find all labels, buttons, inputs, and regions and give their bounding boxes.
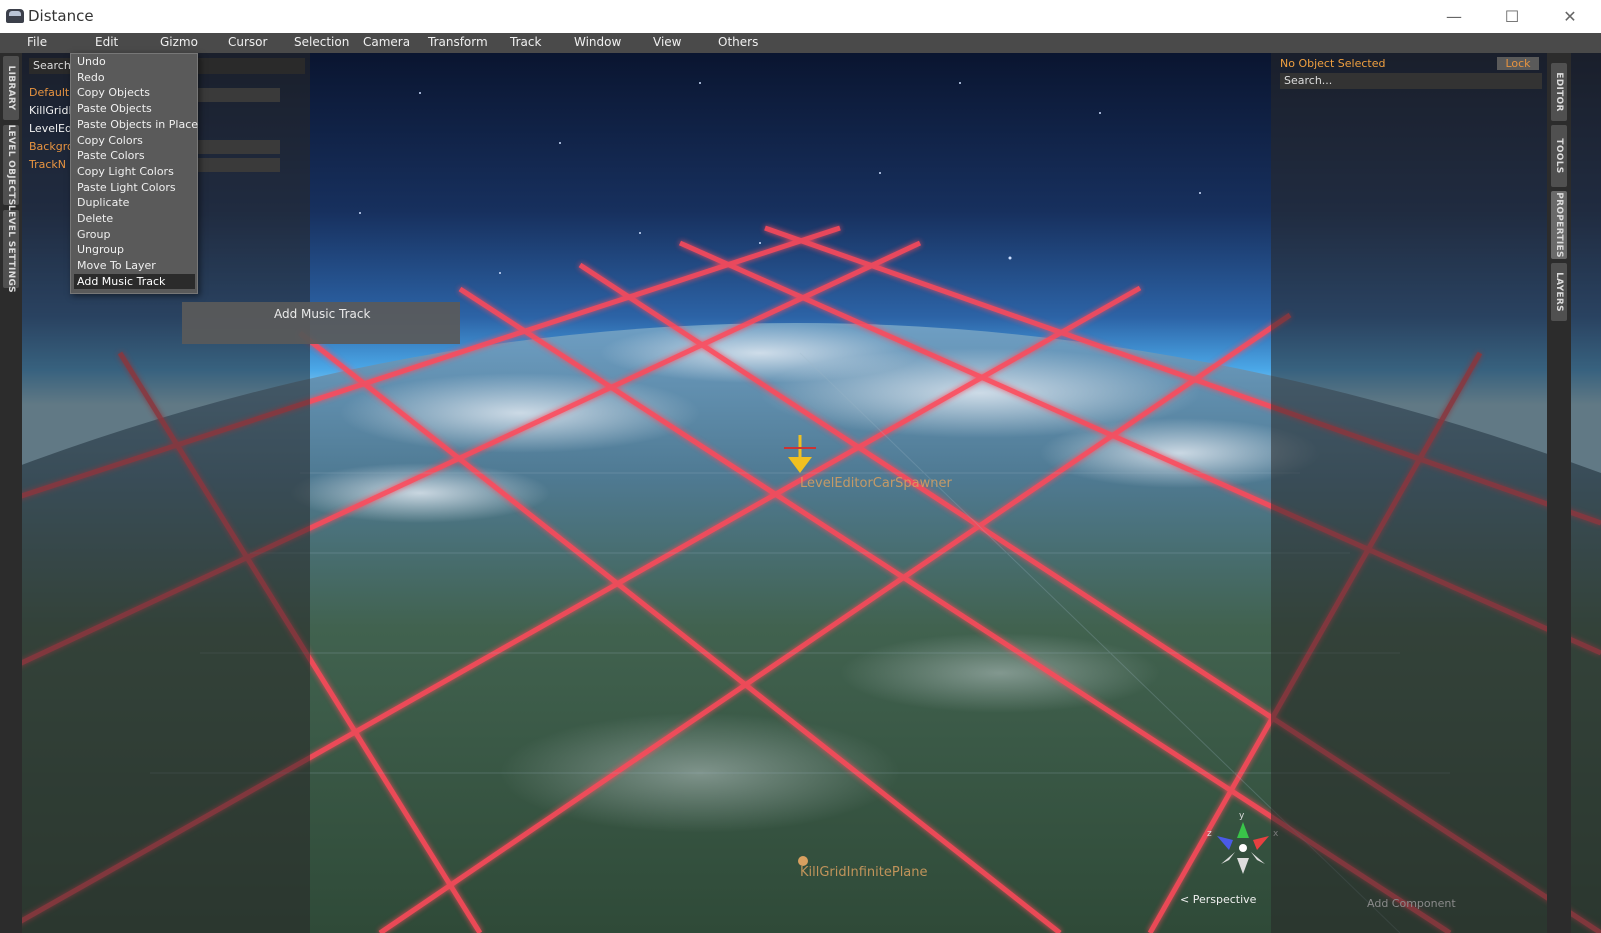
axis-label-z: z (1207, 829, 1212, 839)
tree-item-default[interactable]: Default (29, 86, 69, 99)
menu-gizmo[interactable]: Gizmo (160, 35, 198, 49)
menu-item-redo[interactable]: Redo (74, 70, 195, 85)
menu-item-add-music-track[interactable]: Add Music Track (74, 273, 195, 289)
maximize-button[interactable]: ☐ (1489, 0, 1535, 33)
menu-tooltip: Add Music Track (182, 302, 460, 344)
maximize-icon: ☐ (1504, 7, 1520, 26)
tab-properties-label: PROPERTIES (1554, 192, 1564, 258)
add-component-button[interactable]: Add Component (1367, 897, 1456, 910)
properties-search[interactable]: Search... (1280, 73, 1542, 89)
menu-item-move-to-layer[interactable]: Move To Layer (74, 258, 195, 273)
tab-library[interactable]: LIBRARY (3, 56, 19, 120)
menu-item-copy-light-colors[interactable]: Copy Light Colors (74, 164, 195, 179)
app-icon (6, 9, 24, 23)
tab-level-settings[interactable]: LEVEL SETTINGS (3, 205, 19, 293)
title-bar: Distance — ☐ ✕ (0, 0, 1601, 34)
menu-item-paste-colors[interactable]: Paste Colors (74, 148, 195, 163)
tree-row-bar (190, 88, 280, 102)
tab-editor[interactable]: EDITOR (1551, 63, 1567, 121)
tab-layers-label: LAYERS (1554, 272, 1564, 312)
tab-level-objects[interactable]: LEVEL OBJECTS (3, 124, 19, 206)
menu-selection[interactable]: Selection (294, 35, 349, 49)
camera-mode-toggle[interactable]: < Perspective (1180, 893, 1256, 906)
menu-item-copy-colors[interactable]: Copy Colors (74, 133, 195, 148)
object-label-kill-grid[interactable]: KillGridInfinitePlane (800, 865, 928, 880)
tab-level-settings-label: LEVEL SETTINGS (6, 205, 16, 293)
tree-item-background[interactable]: Backgro (29, 140, 74, 153)
lock-button[interactable]: Lock (1497, 57, 1539, 70)
menu-camera[interactable]: Camera (363, 35, 410, 49)
tree-item-track[interactable]: TrackN (29, 158, 66, 171)
tab-tools[interactable]: TOOLS (1551, 125, 1567, 187)
menu-window[interactable]: Window (574, 35, 621, 49)
left-tab-strip: LIBRARY LEVEL OBJECTS LEVEL SETTINGS (0, 53, 22, 933)
menu-transform[interactable]: Transform (428, 35, 488, 49)
close-button[interactable]: ✕ (1547, 0, 1593, 33)
window-title: Distance (28, 7, 94, 25)
object-label-car-spawner[interactable]: LevelEditorCarSpawner (800, 476, 952, 491)
tree-row-bar (190, 140, 280, 154)
menu-file[interactable]: File (27, 35, 47, 49)
tooltip-text: Add Music Track (274, 307, 371, 321)
tab-editor-label: EDITOR (1554, 72, 1564, 112)
tab-layers[interactable]: LAYERS (1551, 263, 1567, 321)
menu-view[interactable]: View (653, 35, 681, 49)
menu-track[interactable]: Track (510, 35, 541, 49)
menu-item-copy-objects[interactable]: Copy Objects (74, 85, 195, 100)
menu-item-duplicate[interactable]: Duplicate (74, 195, 195, 210)
tab-level-objects-label: LEVEL OBJECTS (6, 124, 16, 206)
menu-item-paste-objects-in-place[interactable]: Paste Objects in Place (74, 117, 198, 132)
menu-bar: File Edit Gizmo Cursor Selection Camera … (0, 33, 1601, 53)
tab-library-label: LIBRARY (6, 65, 16, 111)
right-tab-strip: EDITOR TOOLS PROPERTIES LAYERS (1547, 53, 1571, 933)
menu-item-paste-light-colors[interactable]: Paste Light Colors (74, 180, 195, 195)
menu-item-delete[interactable]: Delete (74, 211, 195, 226)
tree-row-bar (190, 158, 280, 172)
menu-item-undo[interactable]: Undo (74, 54, 195, 69)
menu-item-paste-objects[interactable]: Paste Objects (74, 101, 195, 116)
menu-item-ungroup[interactable]: Ungroup (74, 242, 195, 257)
right-panel: No Object Selected Lock Search... Add Co… (1271, 53, 1601, 933)
menu-others[interactable]: Others (718, 35, 758, 49)
menu-edit[interactable]: Edit (95, 35, 118, 49)
minimize-button[interactable]: — (1431, 0, 1477, 33)
close-icon: ✕ (1563, 7, 1577, 26)
tab-properties[interactable]: PROPERTIES (1551, 191, 1567, 259)
edit-menu-dropdown: Undo Redo Copy Objects Paste Objects Pas… (70, 53, 198, 294)
selection-status: No Object Selected (1280, 57, 1386, 70)
menu-item-group[interactable]: Group (74, 227, 195, 242)
axis-label-y: y (1239, 811, 1245, 821)
menu-cursor[interactable]: Cursor (228, 35, 267, 49)
minimize-icon: — (1446, 7, 1462, 26)
tab-tools-label: TOOLS (1554, 138, 1564, 174)
